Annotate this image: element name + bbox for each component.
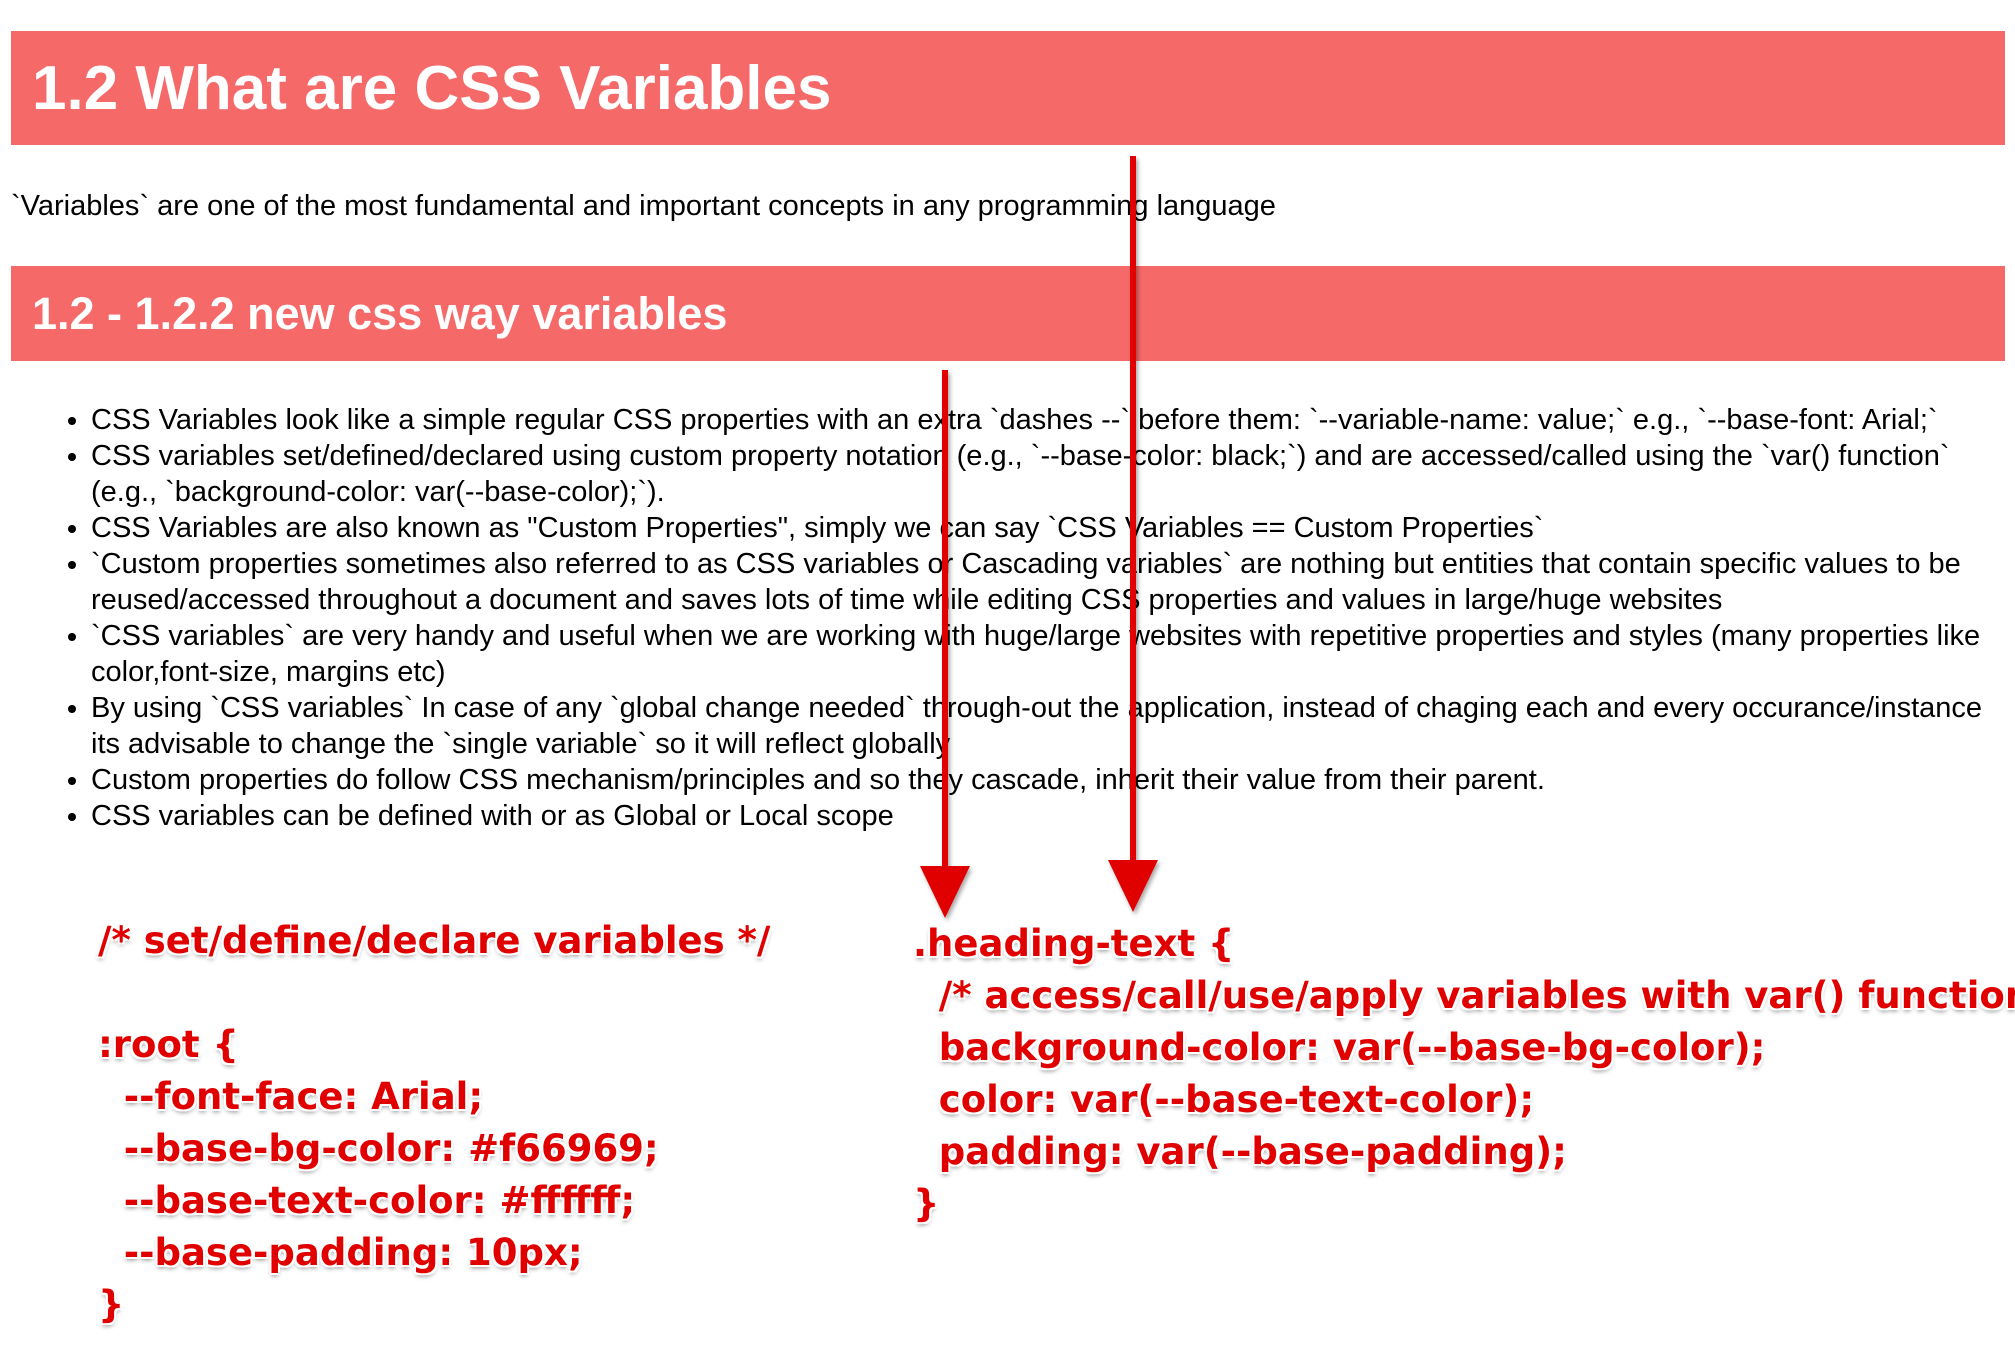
heading-new-css-way-variables: 1.2 - 1.2.2 new css way variables bbox=[11, 266, 2005, 361]
list-item: CSS Variables are also known as "Custom … bbox=[91, 510, 1990, 546]
list-item: CSS variables set/defined/declared using… bbox=[91, 438, 1990, 510]
heading-what-are-css-variables: 1.2 What are CSS Variables bbox=[11, 31, 2005, 145]
list-item: `Custom properties sometimes also referr… bbox=[91, 546, 1990, 618]
code-annotation-declare-variables: /* set/define/declare variables */ :root… bbox=[98, 919, 771, 1326]
list-item: CSS Variables look like a simple regular… bbox=[91, 402, 1990, 438]
bullet-list: CSS Variables look like a simple regular… bbox=[0, 402, 1990, 834]
code-annotation-use-variables: .heading-text { /* access/call/use/apply… bbox=[913, 922, 2015, 1225]
list-item: By using `CSS variables` In case of any … bbox=[91, 690, 1990, 762]
intro-paragraph: `Variables` are one of the most fundamen… bbox=[11, 190, 1276, 222]
list-item: Custom properties do follow CSS mechanis… bbox=[91, 762, 1990, 798]
list-item: CSS variables can be defined with or as … bbox=[91, 798, 1990, 834]
list-item: `CSS variables` are very handy and usefu… bbox=[91, 618, 1990, 690]
